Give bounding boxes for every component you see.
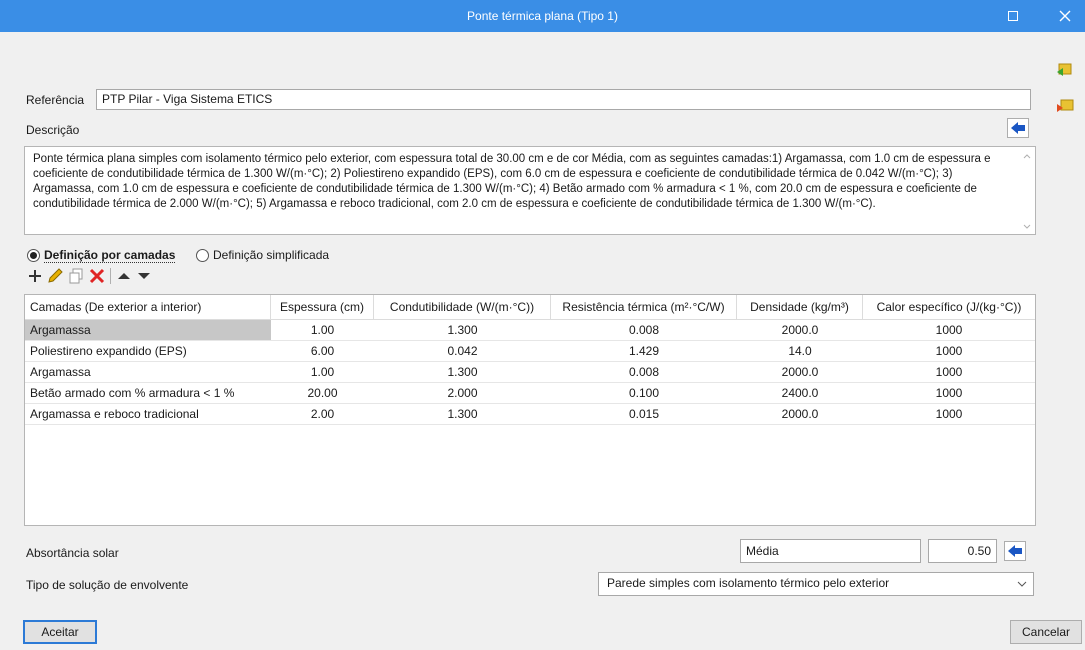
absortancia-apply-button[interactable] <box>1004 541 1026 561</box>
maximize-button[interactable] <box>1005 8 1021 24</box>
table-cell: 0.008 <box>628 323 660 337</box>
table-cell: 6.00 <box>310 344 335 358</box>
absortancia-color-field[interactable]: Média <box>740 539 921 563</box>
copy-layer-button[interactable] <box>67 266 85 286</box>
descricao-text: Ponte térmica plana simples com isolamen… <box>33 153 991 210</box>
referencia-label: Referência <box>26 93 85 107</box>
plus-icon <box>29 270 41 282</box>
radio-definicao-simplificada-label: Definição simplificada <box>213 248 330 262</box>
table-cell: Argamassa e reboco tradicional <box>30 407 199 421</box>
table-cell: 0.042 <box>447 344 478 358</box>
close-icon <box>1059 10 1071 22</box>
table-cell: 2400.0 <box>781 386 819 400</box>
table-cell: 0.008 <box>628 365 660 379</box>
table-cell: 2000.0 <box>781 323 819 337</box>
table-row[interactable]: Argamassa e reboco tradicional 2.00 1.30… <box>25 404 1035 425</box>
radio-definicao-simplificada[interactable]: Definição simplificada <box>196 248 329 264</box>
column-header[interactable]: Densidade (kg/m³) <box>737 295 863 319</box>
add-layer-button[interactable] <box>26 266 44 286</box>
column-header[interactable]: Calor específico (J/(kg·°C)) <box>863 295 1035 319</box>
table-row[interactable]: Argamassa 1.00 1.300 0.008 2000.0 1000 <box>25 320 1035 341</box>
window-title: Ponte térmica plana (Tipo 1) <box>467 9 618 23</box>
table-header: Camadas (De exterior a interior) Espessu… <box>25 295 1035 320</box>
import-icon[interactable] <box>1057 62 1075 78</box>
table-cell: 1.00 <box>310 323 335 337</box>
table-row[interactable]: Poliestireno expandido (EPS) 6.00 0.042 … <box>25 341 1035 362</box>
cancelar-button[interactable]: Cancelar <box>1010 620 1082 644</box>
delete-layer-button[interactable] <box>88 266 106 286</box>
table-cell: 20.00 <box>307 386 338 400</box>
move-down-button[interactable] <box>136 266 152 286</box>
table-cell: 2000.0 <box>781 407 819 421</box>
table-cell: 14.0 <box>788 344 812 358</box>
export-icon[interactable] <box>1057 98 1075 114</box>
toolbar-separator <box>110 268 111 284</box>
column-header[interactable]: Espessura (cm) <box>271 295 374 319</box>
edit-layer-button[interactable] <box>46 266 64 286</box>
pencil-icon <box>48 268 63 283</box>
table-cell: 2.00 <box>310 407 335 421</box>
chevron-down-icon <box>1017 581 1027 587</box>
tipo-solucao-label: Tipo de solução de envolvente <box>26 578 189 592</box>
triangle-up-icon <box>118 273 130 279</box>
table-cell: 1000 <box>935 407 963 421</box>
close-button[interactable] <box>1050 6 1080 26</box>
maximize-icon <box>1008 11 1018 21</box>
title-bar: Ponte térmica plana (Tipo 1) <box>0 0 1085 32</box>
table-cell: Betão armado com % armadura < 1 % <box>30 386 235 400</box>
column-header[interactable]: Condutibilidade (W/(m·°C)) <box>374 295 551 319</box>
table-cell: 2.000 <box>447 386 478 400</box>
referencia-input[interactable]: PTP Pilar - Viga Sistema ETICS <box>96 89 1031 110</box>
table-cell: 1.300 <box>447 323 478 337</box>
table-cell: Argamassa <box>25 320 271 340</box>
descricao-scrollbar[interactable] <box>1020 148 1034 261</box>
table-cell: 1.300 <box>447 407 478 421</box>
table-cell: 1000 <box>935 323 963 337</box>
column-header[interactable]: Camadas (De exterior a interior) <box>25 295 271 319</box>
aceitar-button[interactable]: Aceitar <box>23 620 97 644</box>
table-cell: 1.429 <box>628 344 660 358</box>
table-cell: 1000 <box>935 365 963 379</box>
radio-dot <box>196 249 209 262</box>
radio-definicao-camadas[interactable]: Definição por camadas <box>27 248 176 264</box>
radio-dot <box>27 249 40 262</box>
tipo-solucao-select[interactable]: Parede simples com isolamento térmico pe… <box>598 572 1034 596</box>
absortancia-label: Absortância solar <box>26 546 119 560</box>
table-cell: 1000 <box>935 344 963 358</box>
move-up-button[interactable] <box>116 266 132 286</box>
table-cell: Poliestireno expandido (EPS) <box>30 344 187 358</box>
absortancia-value-field[interactable]: 0.50 <box>928 539 997 563</box>
table-row[interactable]: Argamassa 1.00 1.300 0.008 2000.0 1000 <box>25 362 1035 383</box>
arrow-left-icon <box>1011 122 1025 134</box>
triangle-down-icon <box>138 273 150 279</box>
table-cell: 1.00 <box>310 365 335 379</box>
table-cell: 1000 <box>935 386 963 400</box>
table-row[interactable]: Betão armado com % armadura < 1 % 20.00 … <box>25 383 1035 404</box>
copy-icon <box>69 268 83 284</box>
descricao-generate-button[interactable] <box>1007 118 1029 138</box>
table-cell: 1.300 <box>447 365 478 379</box>
descricao-label: Descrição <box>26 123 80 137</box>
descricao-textarea[interactable]: Ponte térmica plana simples com isolamen… <box>24 146 1036 235</box>
layers-table: Camadas (De exterior a interior) Espessu… <box>24 294 1036 526</box>
tipo-solucao-value: Parede simples com isolamento térmico pe… <box>607 576 890 590</box>
arrow-left-icon <box>1008 545 1022 557</box>
radio-definicao-camadas-label: Definição por camadas <box>44 248 176 263</box>
side-toolbar <box>1040 32 1085 617</box>
delete-icon <box>89 268 105 284</box>
table-cell: Argamassa <box>30 365 91 379</box>
column-header[interactable]: Resistência térmica (m²·°C/W) <box>551 295 737 319</box>
table-cell: 2000.0 <box>781 365 819 379</box>
table-cell: 0.100 <box>628 386 660 400</box>
table-cell: 0.015 <box>628 407 660 421</box>
